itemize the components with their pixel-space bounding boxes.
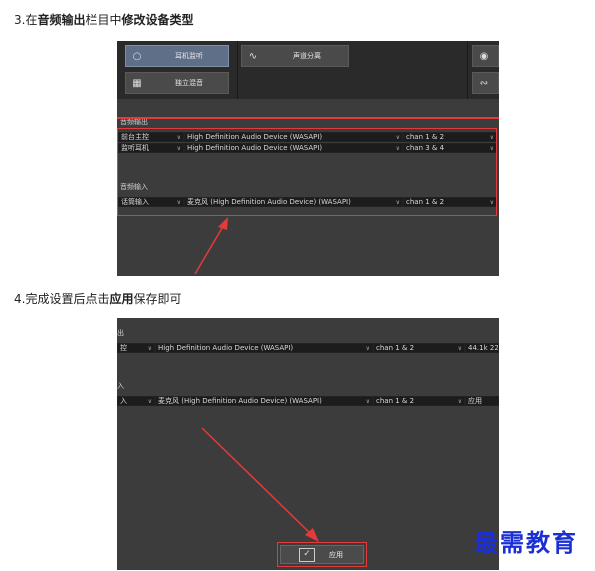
watermark-logo: 最需教育 [474, 528, 578, 557]
arrow-head [218, 217, 228, 230]
step-3-instruction: 3.在音频输出栏目中修改设备类型 [14, 11, 194, 28]
arrow-line [194, 222, 226, 275]
screenshot-audio-settings: ○ 耳机监听 ▦ 独立混音 ∿ 声道分离 ◉ ∾ 音频输出 前台主控 ∨ High… [117, 41, 499, 276]
step-bold: 音频输出 [37, 13, 86, 27]
step-text: 保存即可 [133, 292, 182, 306]
step-bold: 修改设备类型 [121, 13, 194, 27]
screenshot-apply-settings: 出 控 ∨ High Definition Audio Device (WASAP… [117, 318, 499, 570]
step-text: 3.在 [14, 13, 38, 27]
step-text: 栏目中 [85, 13, 122, 27]
step-4-instruction: 4.完成设置后点击应用保存即可 [14, 290, 181, 307]
step-text: 4.完成设置后点击 [14, 292, 110, 306]
arrow-line [201, 427, 314, 537]
pointer-arrow [194, 217, 228, 275]
pointer-arrow [201, 427, 319, 542]
step-bold: 应用 [109, 292, 134, 306]
